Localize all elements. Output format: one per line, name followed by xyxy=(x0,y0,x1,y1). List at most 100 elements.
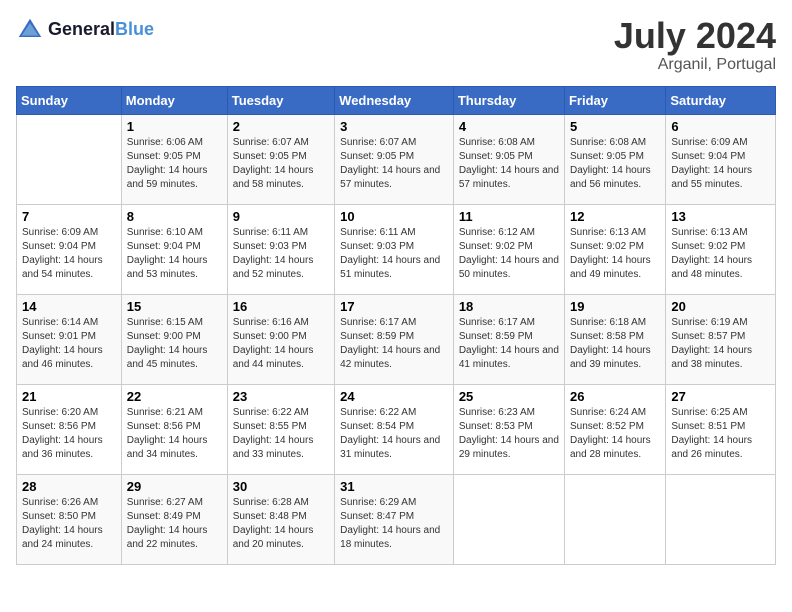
day-number: 30 xyxy=(233,479,329,494)
day-number: 6 xyxy=(671,119,770,134)
calendar-cell: 4Sunrise: 6:08 AMSunset: 9:05 PMDaylight… xyxy=(453,114,564,204)
calendar-cell: 9 Sunrise: 6:11 AMSunset: 9:03 PMDaylight… xyxy=(227,204,334,294)
day-number: 11 xyxy=(459,209,559,224)
day-info: Sunrise: 6:26 AMSunset: 8:50 PMDaylight:… xyxy=(22,496,116,552)
day-info: Sunrise: 6:09 AMSunset: 9:04 PMDaylight:… xyxy=(22,226,116,282)
weekday-header-wednesday: Wednesday xyxy=(335,86,454,114)
day-number: 25 xyxy=(459,389,559,404)
day-number: 16 xyxy=(233,299,329,314)
day-number: 29 xyxy=(127,479,222,494)
calendar-cell xyxy=(17,114,122,204)
calendar-cell: 23Sunrise: 6:22 AMSunset: 8:55 PMDayligh… xyxy=(227,384,334,474)
day-info: Sunrise: 6:13 AMSunset: 9:02 PMDaylight:… xyxy=(671,226,770,282)
day-number: 17 xyxy=(340,299,448,314)
day-number: 12 xyxy=(570,209,660,224)
day-number: 7 xyxy=(22,209,116,224)
calendar-cell: 20 Sunrise: 6:19 AMSunset: 8:57 PMDayligh… xyxy=(666,294,776,384)
day-number: 28 xyxy=(22,479,116,494)
day-number: 22 xyxy=(127,389,222,404)
day-number: 5 xyxy=(570,119,660,134)
day-number: 3 xyxy=(340,119,448,134)
calendar-table: SundayMondayTuesdayWednesdayThursdayFrid… xyxy=(16,86,776,565)
weekday-header-saturday: Saturday xyxy=(666,86,776,114)
calendar-cell: 3 Sunrise: 6:07 AMSunset: 9:05 PMDaylight… xyxy=(335,114,454,204)
page-header: GeneralBlue July 2024 Arganil, Portugal xyxy=(16,16,776,74)
logo: GeneralBlue xyxy=(16,16,154,44)
day-number: 8 xyxy=(127,209,222,224)
calendar-cell: 6 Sunrise: 6:09 AMSunset: 9:04 PMDaylight… xyxy=(666,114,776,204)
weekday-header-thursday: Thursday xyxy=(453,86,564,114)
day-number: 31 xyxy=(340,479,448,494)
day-info: Sunrise: 6:10 AMSunset: 9:04 PMDaylight:… xyxy=(127,226,222,282)
calendar-cell xyxy=(453,474,564,564)
day-info: Sunrise: 6:12 AMSunset: 9:02 PMDaylight:… xyxy=(459,226,559,282)
calendar-cell: 8 Sunrise: 6:10 AMSunset: 9:04 PMDaylight… xyxy=(121,204,227,294)
day-info: Sunrise: 6:11 AMSunset: 9:03 PMDaylight:… xyxy=(233,226,329,282)
day-info: Sunrise: 6:17 AMSunset: 8:59 PMDaylight:… xyxy=(459,316,559,372)
day-info: Sunrise: 6:27 AMSunset: 8:49 PMDaylight:… xyxy=(127,496,222,552)
calendar-cell: 24Sunrise: 6:22 AMSunset: 8:54 PMDayligh… xyxy=(335,384,454,474)
day-number: 15 xyxy=(127,299,222,314)
day-info: Sunrise: 6:06 AMSunset: 9:05 PMDaylight:… xyxy=(127,136,222,192)
title-block: July 2024 Arganil, Portugal xyxy=(614,16,776,74)
day-info: Sunrise: 6:24 AMSunset: 8:52 PMDaylight:… xyxy=(570,406,660,462)
day-info: Sunrise: 6:22 AMSunset: 8:55 PMDaylight:… xyxy=(233,406,329,462)
day-info: Sunrise: 6:23 AMSunset: 8:53 PMDaylight:… xyxy=(459,406,559,462)
calendar-cell: 30 Sunrise: 6:28 AMSunset: 8:48 PMDayligh… xyxy=(227,474,334,564)
location: Arganil, Portugal xyxy=(614,56,776,74)
day-info: Sunrise: 6:16 AMSunset: 9:00 PMDaylight:… xyxy=(233,316,329,372)
calendar-cell: 11 Sunrise: 6:12 AMSunset: 9:02 PMDayligh… xyxy=(453,204,564,294)
calendar-cell: 19 Sunrise: 6:18 AMSunset: 8:58 PMDayligh… xyxy=(564,294,665,384)
day-info: Sunrise: 6:21 AMSunset: 8:56 PMDaylight:… xyxy=(127,406,222,462)
calendar-cell: 14Sunrise: 6:14 AMSunset: 9:01 PMDayligh… xyxy=(17,294,122,384)
day-info: Sunrise: 6:13 AMSunset: 9:02 PMDaylight:… xyxy=(570,226,660,282)
calendar-week-row: 14Sunrise: 6:14 AMSunset: 9:01 PMDayligh… xyxy=(17,294,776,384)
logo-text: GeneralBlue xyxy=(48,20,154,40)
calendar-week-row: 7 Sunrise: 6:09 AMSunset: 9:04 PMDaylight… xyxy=(17,204,776,294)
day-info: Sunrise: 6:17 AMSunset: 8:59 PMDaylight:… xyxy=(340,316,448,372)
calendar-cell: 21Sunrise: 6:20 AMSunset: 8:56 PMDayligh… xyxy=(17,384,122,474)
day-number: 20 xyxy=(671,299,770,314)
day-number: 2 xyxy=(233,119,329,134)
day-info: Sunrise: 6:08 AMSunset: 9:05 PMDaylight:… xyxy=(459,136,559,192)
day-info: Sunrise: 6:20 AMSunset: 8:56 PMDaylight:… xyxy=(22,406,116,462)
day-number: 1 xyxy=(127,119,222,134)
day-info: Sunrise: 6:08 AMSunset: 9:05 PMDaylight:… xyxy=(570,136,660,192)
day-number: 9 xyxy=(233,209,329,224)
calendar-cell: 26 Sunrise: 6:24 AMSunset: 8:52 PMDayligh… xyxy=(564,384,665,474)
calendar-cell: 18Sunrise: 6:17 AMSunset: 8:59 PMDayligh… xyxy=(453,294,564,384)
calendar-cell: 12 Sunrise: 6:13 AMSunset: 9:02 PMDayligh… xyxy=(564,204,665,294)
calendar-week-row: 1 Sunrise: 6:06 AMSunset: 9:05 PMDaylight… xyxy=(17,114,776,204)
calendar-cell: 13 Sunrise: 6:13 AMSunset: 9:02 PMDayligh… xyxy=(666,204,776,294)
day-number: 10 xyxy=(340,209,448,224)
day-number: 26 xyxy=(570,389,660,404)
calendar-cell: 27Sunrise: 6:25 AMSunset: 8:51 PMDayligh… xyxy=(666,384,776,474)
month-year: July 2024 xyxy=(614,16,776,56)
day-info: Sunrise: 6:09 AMSunset: 9:04 PMDaylight:… xyxy=(671,136,770,192)
day-info: Sunrise: 6:28 AMSunset: 8:48 PMDaylight:… xyxy=(233,496,329,552)
calendar-cell: 17 Sunrise: 6:17 AMSunset: 8:59 PMDayligh… xyxy=(335,294,454,384)
day-number: 24 xyxy=(340,389,448,404)
calendar-week-row: 21Sunrise: 6:20 AMSunset: 8:56 PMDayligh… xyxy=(17,384,776,474)
day-info: Sunrise: 6:07 AMSunset: 9:05 PMDaylight:… xyxy=(233,136,329,192)
day-info: Sunrise: 6:25 AMSunset: 8:51 PMDaylight:… xyxy=(671,406,770,462)
calendar-cell: 25 Sunrise: 6:23 AMSunset: 8:53 PMDayligh… xyxy=(453,384,564,474)
day-info: Sunrise: 6:29 AMSunset: 8:47 PMDaylight:… xyxy=(340,496,448,552)
weekday-header-monday: Monday xyxy=(121,86,227,114)
calendar-week-row: 28 Sunrise: 6:26 AMSunset: 8:50 PMDayligh… xyxy=(17,474,776,564)
calendar-cell: 10Sunrise: 6:11 AMSunset: 9:03 PMDayligh… xyxy=(335,204,454,294)
weekday-header-friday: Friday xyxy=(564,86,665,114)
weekday-header-tuesday: Tuesday xyxy=(227,86,334,114)
day-info: Sunrise: 6:15 AMSunset: 9:00 PMDaylight:… xyxy=(127,316,222,372)
day-info: Sunrise: 6:19 AMSunset: 8:57 PMDaylight:… xyxy=(671,316,770,372)
day-number: 13 xyxy=(671,209,770,224)
day-info: Sunrise: 6:18 AMSunset: 8:58 PMDaylight:… xyxy=(570,316,660,372)
day-number: 19 xyxy=(570,299,660,314)
calendar-cell: 28 Sunrise: 6:26 AMSunset: 8:50 PMDayligh… xyxy=(17,474,122,564)
day-info: Sunrise: 6:07 AMSunset: 9:05 PMDaylight:… xyxy=(340,136,448,192)
calendar-cell: 16 Sunrise: 6:16 AMSunset: 9:00 PMDayligh… xyxy=(227,294,334,384)
weekday-header-row: SundayMondayTuesdayWednesdayThursdayFrid… xyxy=(17,86,776,114)
calendar-cell: 31 Sunrise: 6:29 AMSunset: 8:47 PMDayligh… xyxy=(335,474,454,564)
weekday-header-sunday: Sunday xyxy=(17,86,122,114)
calendar-cell: 7 Sunrise: 6:09 AMSunset: 9:04 PMDaylight… xyxy=(17,204,122,294)
